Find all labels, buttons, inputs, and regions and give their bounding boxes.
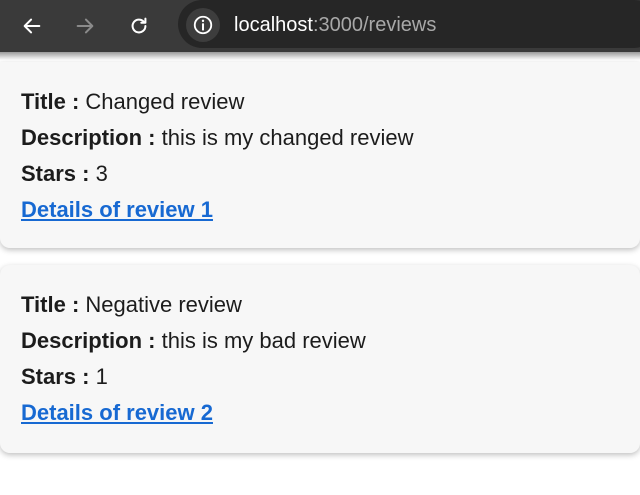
back-button[interactable] (12, 6, 52, 46)
forward-button[interactable] (65, 6, 105, 46)
review-stars-row: Stars : 1 (21, 364, 108, 390)
review-details-row: Details of review 1 (21, 197, 213, 223)
arrow-left-icon (23, 18, 41, 34)
reload-icon (131, 17, 147, 34)
review-stars-row: Stars : 3 (21, 161, 108, 187)
stars-label: Stars : (21, 161, 90, 186)
review-card: Title : Changed review Description : thi… (0, 62, 640, 248)
review-title-row: Title : Changed review (21, 89, 244, 115)
review-stars: 1 (95, 364, 108, 389)
title-label: Title : (21, 292, 80, 317)
toolbar-shadow (0, 52, 640, 60)
url-text[interactable]: localhost:3000/reviews (234, 13, 436, 37)
description-label: Description : (21, 125, 156, 150)
review-title-row: Title : Negative review (21, 292, 242, 318)
browser-toolbar: localhost:3000/reviews (0, 0, 640, 52)
review-title: Changed review (85, 89, 245, 114)
url-host: localhost (234, 14, 313, 36)
review-description-row: Description : this is my changed review (21, 125, 413, 151)
review-description-row: Description : this is my bad review (21, 328, 366, 354)
title-label: Title : (21, 89, 80, 114)
info-icon (193, 15, 213, 35)
reload-button[interactable] (119, 6, 159, 46)
site-info-button[interactable] (186, 8, 220, 42)
description-label: Description : (21, 328, 156, 353)
review-details-link[interactable]: Details of review 1 (21, 197, 213, 222)
review-title: Negative review (85, 292, 242, 317)
review-details-row: Details of review 2 (21, 400, 213, 426)
review-details-link[interactable]: Details of review 2 (21, 400, 213, 425)
review-stars: 3 (95, 161, 108, 186)
review-description: this is my changed review (161, 125, 414, 150)
url-path: :3000/reviews (312, 14, 437, 36)
review-card: Title : Negative review Description : th… (0, 265, 640, 453)
review-description: this is my bad review (161, 328, 366, 353)
stars-label: Stars : (21, 364, 90, 389)
arrow-right-icon (76, 18, 94, 34)
